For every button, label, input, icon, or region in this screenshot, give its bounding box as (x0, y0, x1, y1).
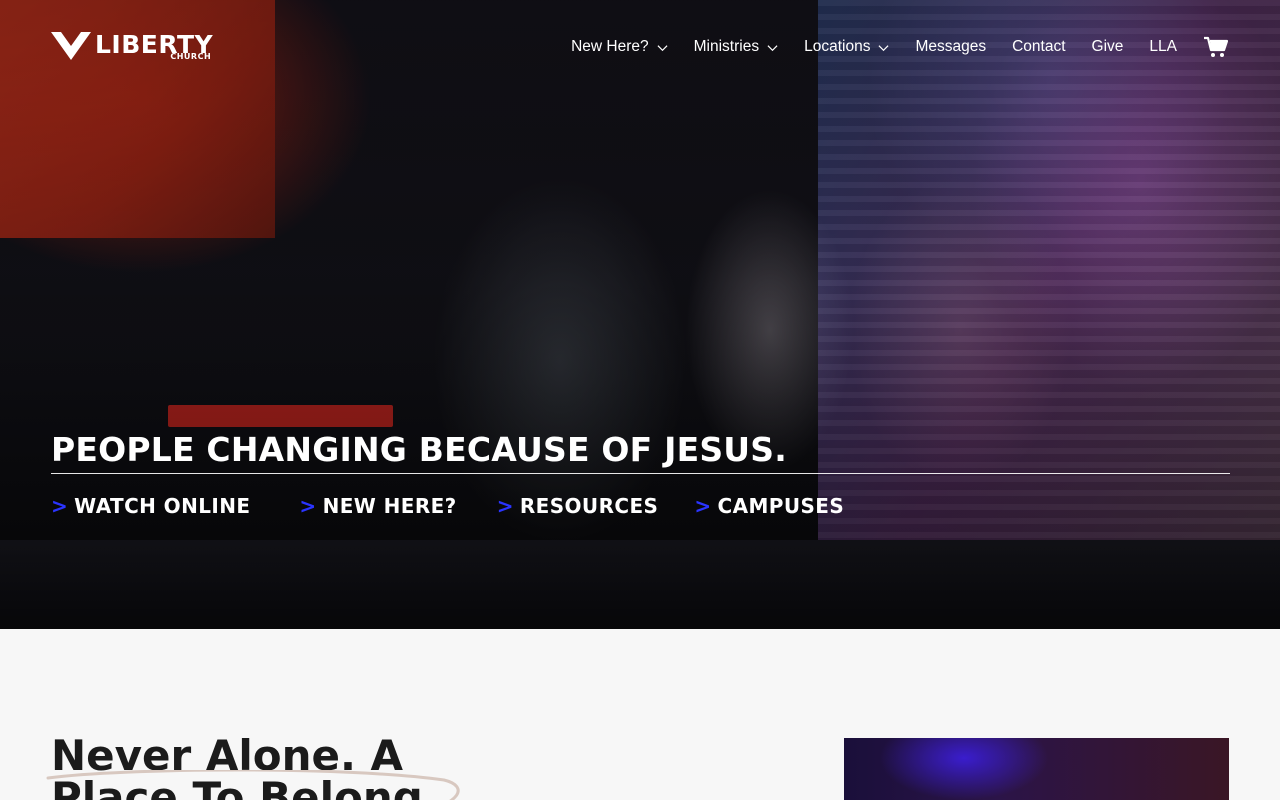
nav-item-label: LLA (1149, 38, 1177, 55)
nav-item-label: Messages (915, 38, 987, 55)
liberty-logo-mark-icon (51, 32, 91, 60)
nav-item-new-here[interactable]: New Here? (571, 38, 668, 56)
nav-item-ministries[interactable]: Ministries (694, 38, 778, 56)
arrow-right-icon: > (51, 494, 69, 518)
headline-line-2: Place To Belong (51, 773, 423, 800)
promo-image (844, 738, 1229, 800)
hero-overlay (0, 0, 1280, 629)
nav-item-messages[interactable]: Messages (915, 38, 986, 56)
logo-subtext: CHURCH (170, 52, 212, 61)
nav-item-give[interactable]: Give (1092, 38, 1124, 56)
campuses-link[interactable]: > CAMPUSES (694, 494, 844, 518)
hero-tagline: PEOPLE CHANGING BECAUSE OF JESUS. (51, 430, 787, 469)
nav-item-locations[interactable]: Locations (804, 38, 889, 56)
hero-link-label: NEW HERE? (322, 494, 457, 518)
nav-item-contact[interactable]: Contact (1012, 38, 1065, 56)
nav-item-label: Locations (804, 38, 871, 55)
nav-item-label: Contact (1012, 38, 1066, 55)
shopping-cart-icon[interactable] (1203, 36, 1229, 58)
belong-section: Never Alone. A Place To Belong (0, 629, 1280, 800)
arrow-right-icon: > (299, 494, 317, 518)
hero-quick-links: > WATCH ONLINE > NEW HERE? > RESOURCES >… (51, 494, 893, 518)
watch-online-link[interactable]: > WATCH ONLINE (51, 494, 250, 518)
nav-item-lla[interactable]: LLA (1149, 38, 1177, 56)
hero-divider (51, 473, 1230, 474)
section-headline: Never Alone. A Place To Belong (51, 735, 471, 800)
resources-link[interactable]: > RESOURCES (497, 494, 659, 518)
nav-item-label: Ministries (693, 38, 760, 55)
site-logo[interactable]: LIBERTY CHURCH (51, 30, 251, 64)
chevron-down-icon (767, 44, 778, 51)
nav-item-label: New Here? (571, 38, 649, 55)
hero-link-label: RESOURCES (519, 494, 659, 518)
chevron-down-icon (878, 44, 889, 51)
hero-link-label: WATCH ONLINE (74, 494, 251, 518)
hero-banner: LIBERTY CHURCH New Here? Ministries Loca… (0, 0, 1280, 629)
hero-link-label: CAMPUSES (717, 494, 845, 518)
arrow-right-icon: > (496, 494, 514, 518)
main-nav: New Here? Ministries Locations Messages … (571, 36, 1229, 58)
arrow-right-icon: > (694, 494, 712, 518)
logo-wordmark: LIBERTY CHURCH (95, 30, 213, 61)
chevron-down-icon (657, 44, 668, 51)
nav-item-label: Give (1091, 38, 1124, 55)
new-here-link[interactable]: > NEW HERE? (299, 494, 456, 518)
